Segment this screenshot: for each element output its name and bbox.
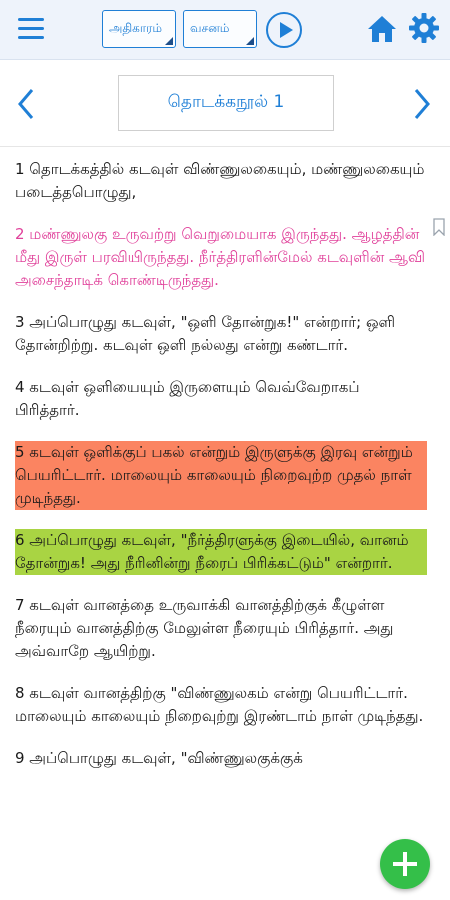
gear-icon[interactable] (408, 12, 440, 44)
chevron-right-icon[interactable] (406, 86, 436, 122)
verse-select-label: வசனம் (190, 21, 230, 35)
play-icon[interactable] (266, 12, 302, 48)
verse-5[interactable]: 5 கடவுள் ஒளிக்குப் பகல் என்றும் இருளுக்க… (15, 441, 427, 510)
chapter-title-button[interactable]: தொடக்கநூல் 1 (118, 75, 334, 131)
verse-6[interactable]: 6 அப்பொழுது கடவுள், "நீர்த்திரளுக்கு இடை… (15, 529, 427, 575)
verse-8[interactable]: 8 கடவுள் வானத்திற்கு "விண்ணுலகம் என்று ப… (15, 682, 427, 728)
verse-3[interactable]: 3 அப்பொழுது கடவுள், "ஒளி தோன்றுக!" என்றா… (15, 311, 427, 357)
chapter-title: தொடக்கநூல் 1 (167, 92, 285, 112)
header-divider (0, 146, 450, 147)
bookmark-icon[interactable] (433, 218, 445, 237)
chevron-left-icon[interactable] (12, 86, 42, 122)
dropdown-triangle-icon (246, 37, 254, 45)
verse-list: 1 தொடக்கத்தில் கடவுள் விண்ணுலகையும், மண்… (15, 158, 427, 789)
chapter-select-label: அதிகாரம் (109, 21, 162, 35)
verse-2[interactable]: 2 மண்ணுலகு உருவற்று வெறுமையாக இருந்தது. … (15, 223, 427, 292)
plus-icon[interactable] (380, 839, 430, 889)
dropdown-triangle-icon (165, 37, 173, 45)
verse-select[interactable]: வசனம் (183, 10, 257, 48)
home-icon[interactable] (366, 14, 398, 44)
verse-9[interactable]: 9 அப்பொழுது கடவுள், "விண்ணுலகுக்குக் (15, 747, 427, 770)
verse-1[interactable]: 1 தொடக்கத்தில் கடவுள் விண்ணுலகையும், மண்… (15, 158, 427, 204)
verse-7[interactable]: 7 கடவுள் வானத்தை உருவாக்கி வானத்திற்குக்… (15, 594, 427, 663)
menu-icon[interactable] (18, 18, 44, 40)
top-toolbar: அதிகாரம் வசனம் (0, 0, 450, 60)
chapter-select[interactable]: அதிகாரம் (102, 10, 176, 48)
verse-4[interactable]: 4 கடவுள் ஒளியையும் இருளையும் வெவ்வேறாகப்… (15, 376, 427, 422)
